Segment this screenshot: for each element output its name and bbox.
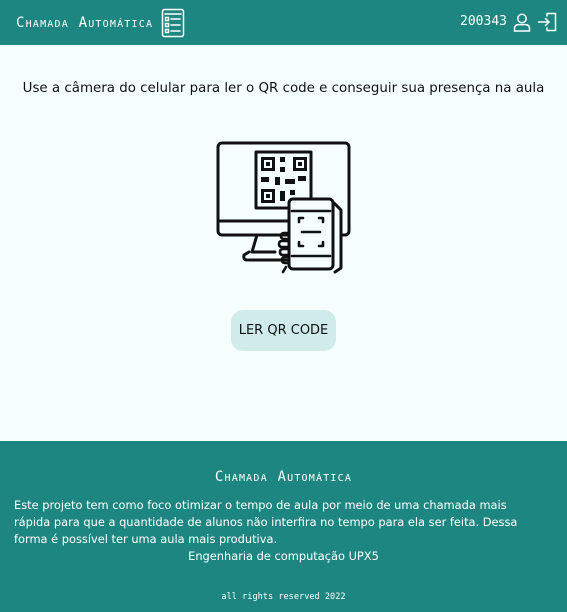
profile-button[interactable]: [512, 12, 532, 32]
footer-title: Chamada Automática: [214, 469, 353, 485]
logout-button[interactable]: [537, 12, 557, 32]
app-title[interactable]: Chamada Automática: [16, 9, 153, 37]
copyright-text: all rights reserved 2022: [221, 592, 346, 602]
course-name: Engenharia de computação UPX5: [188, 549, 379, 563]
brand[interactable]: Chamada Automática: [16, 8, 185, 38]
main-content: Use a câmera do celular para ler o QR co…: [0, 45, 567, 441]
user-icon: [513, 13, 531, 32]
app-header: Chamada Automática 200343: [0, 0, 567, 45]
checklist-document-icon: [161, 8, 185, 38]
project-description: Este projeto tem como foco otimizar o te…: [14, 498, 518, 546]
qr-code-scan-icon: [216, 141, 351, 274]
instruction-text: Use a câmera do celular para ler o QR co…: [22, 81, 545, 96]
logout-icon: [537, 12, 557, 32]
user-id: 200343: [460, 14, 507, 29]
app-footer: Chamada Automática Este projeto tem como…: [0, 441, 567, 612]
user-box: 200343: [460, 11, 557, 33]
read-qr-code-button[interactable]: LER QR CODE: [231, 310, 336, 351]
